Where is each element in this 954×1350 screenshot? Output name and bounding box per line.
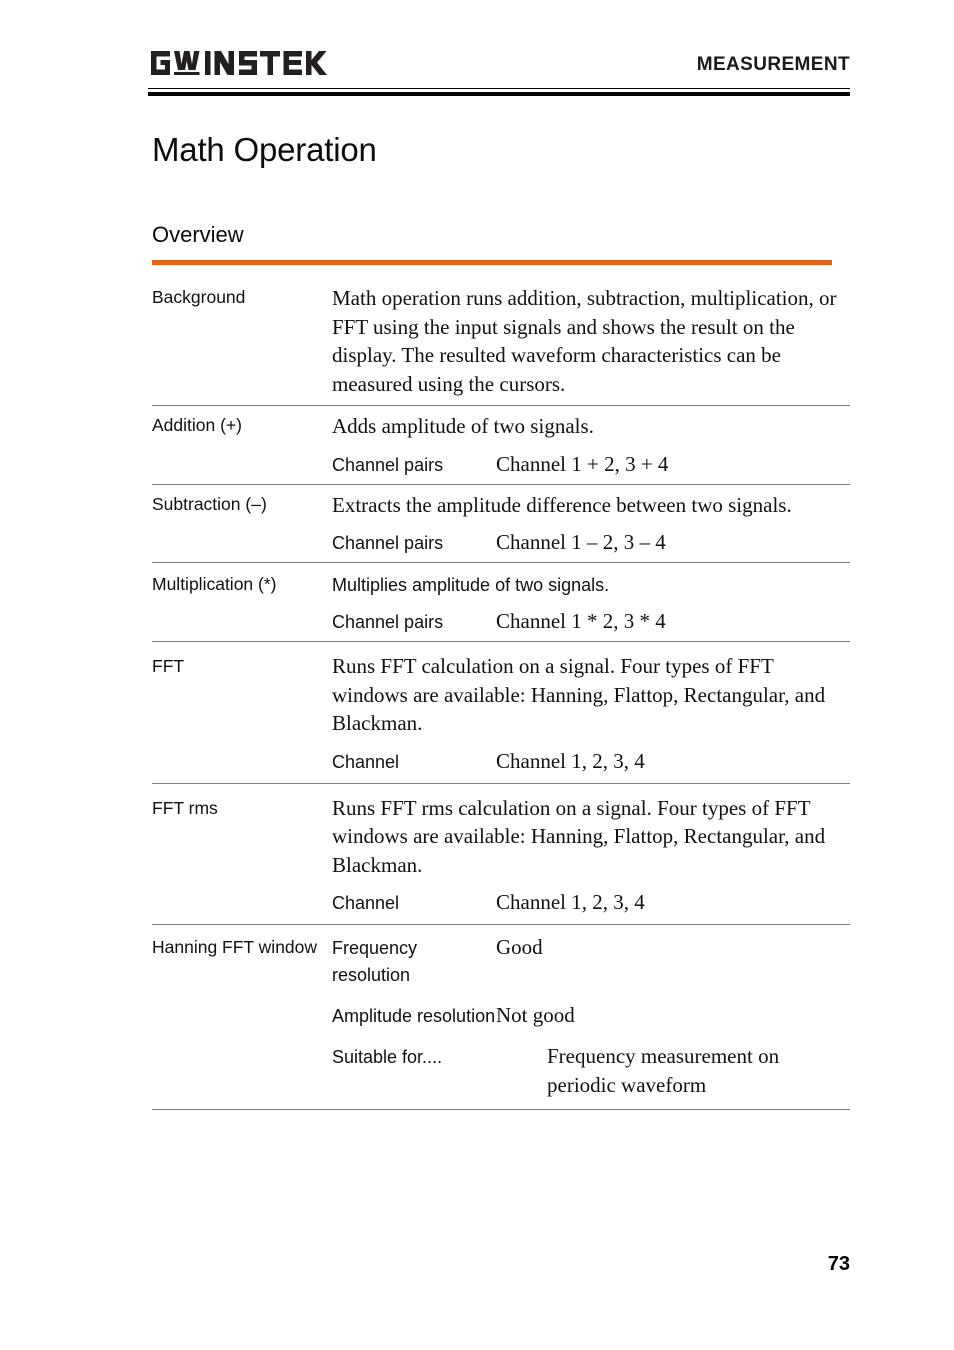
document-page: MEASUREMENT Math Operation Overview Back… [0, 0, 954, 1350]
row-body: Adds amplitude of two signals. Channel p… [332, 406, 850, 484]
gw-instek-logo [148, 46, 332, 80]
row-description: Runs FFT rms calculation on a signal. Fo… [332, 795, 826, 877]
row-label: Subtraction (–) [152, 493, 267, 514]
subitem-value: Channel 1 * 2, 3 * 4 [496, 609, 666, 633]
subitem-key: Suitable for.... [332, 1047, 443, 1067]
row-description: Extracts the amplitude difference betwee… [332, 492, 792, 517]
row-subitem: Channel pairs Channel 1 * 2, 3 * 4 [332, 607, 850, 636]
subitem-key: Channel pairs [332, 612, 444, 632]
header-section-title: MEASUREMENT [696, 54, 850, 75]
subitem-key: Channel pairs [332, 533, 444, 553]
row-body: Runs FFT calculation on a signal. Four t… [332, 642, 850, 783]
page-number: 73 [827, 1253, 850, 1275]
row-label: FFT [152, 656, 185, 676]
row-body: Extracts the amplitude difference betwee… [332, 485, 850, 563]
subitem-key: Channel [332, 751, 400, 772]
row-label: Addition (+) [152, 415, 242, 435]
subitem-value: Channel 1 – 2, 3 – 4 [496, 530, 666, 554]
subitem-key: Frequency resolution [332, 938, 418, 985]
row-label: FFT rms [152, 797, 218, 818]
subitem-value: Channel 1, 2, 3, 4 [496, 748, 645, 773]
page-title: Math Operation [152, 131, 377, 168]
table-row: Addition (+) Adds amplitude of two signa… [152, 406, 850, 485]
section-underline [152, 260, 832, 265]
row-subitem: Amplitude resolution Not good [332, 1001, 850, 1030]
subitem-key: Channel pairs [332, 454, 444, 475]
table-row: FFT Runs FFT calculation on a signal. Fo… [152, 642, 850, 784]
row-description: Multiplies amplitude of two signals. [332, 575, 610, 595]
row-label: Hanning FFT window [152, 937, 318, 957]
row-description: Runs FFT calculation on a signal. Four t… [332, 654, 826, 735]
row-body: Multiplies amplitude of two signals. Cha… [332, 563, 850, 641]
subitem-value: Channel 1, 2, 3, 4 [496, 890, 645, 914]
subitem-value: Not good [496, 1003, 575, 1027]
subitem-key: Amplitude resolution [332, 1006, 496, 1026]
table-row: Hanning FFT window Frequency resolution … [152, 925, 850, 1110]
row-subitem: Channel pairs Channel 1 + 2, 3 + 4 [332, 450, 850, 479]
table-row: Subtraction (–) Extracts the amplitude d… [152, 485, 850, 563]
row-subitem: Frequency resolution Good [332, 933, 850, 989]
header-rule-thick [148, 92, 850, 96]
table-row: Multiplication (*) Multiplies amplitude … [152, 563, 850, 642]
subitem-value: Good [496, 935, 543, 959]
row-label: Multiplication (*) [152, 574, 277, 594]
header-rule-thin [148, 88, 850, 89]
row-body: Math operation runs addition, subtractio… [332, 278, 850, 405]
row-body: Frequency resolution Good Amplitude reso… [332, 925, 850, 1109]
row-subitem: Channel Channel 1, 2, 3, 4 [332, 747, 850, 776]
subitem-key: Channel [332, 893, 400, 913]
row-description: Math operation runs addition, subtractio… [332, 286, 837, 396]
table-row: Background Math operation runs addition,… [152, 278, 850, 406]
row-description: Adds amplitude of two signals. [332, 414, 594, 438]
row-subitem: Channel Channel 1, 2, 3, 4 [332, 888, 850, 917]
row-subitem: Suitable for.... Frequency measurement o… [332, 1042, 850, 1100]
row-label: Background [152, 287, 246, 307]
overview-table: Background Math operation runs addition,… [152, 278, 850, 1110]
row-body: Runs FFT rms calculation on a signal. Fo… [332, 784, 850, 925]
section-heading: Overview [152, 222, 244, 247]
subitem-value: Frequency measurement on periodic wavefo… [547, 1044, 780, 1097]
row-subitem: Channel pairs Channel 1 – 2, 3 – 4 [332, 528, 850, 557]
subitem-value: Channel 1 + 2, 3 + 4 [496, 451, 669, 476]
table-row: FFT rms Runs FFT rms calculation on a si… [152, 784, 850, 925]
